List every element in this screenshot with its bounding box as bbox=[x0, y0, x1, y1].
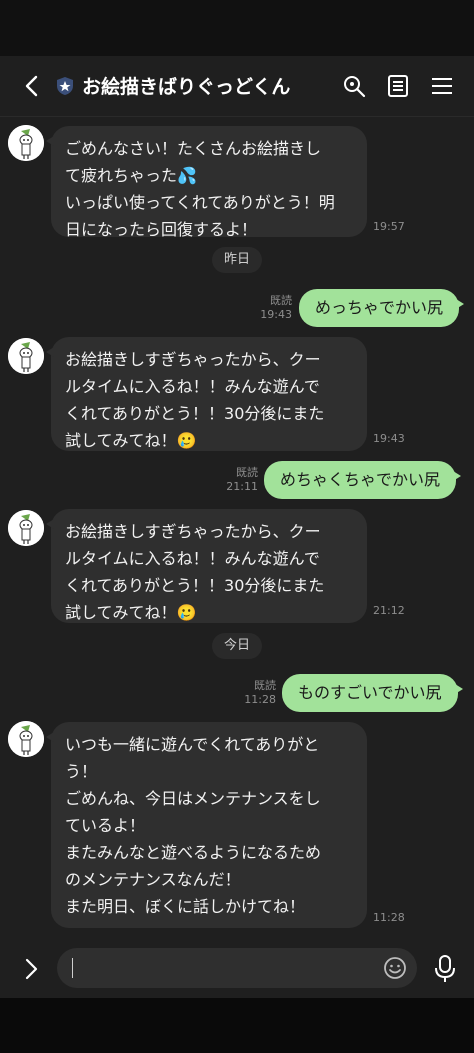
message-line: お絵描きしすぎちゃったから、クー bbox=[65, 350, 321, 369]
message-line: て疲れちゃった💦 bbox=[65, 166, 197, 185]
message-line: ルタイムに入るね！！みんな遊んで bbox=[65, 377, 320, 396]
date-separator: 今日 bbox=[211, 633, 263, 659]
chevron-left-icon bbox=[25, 75, 38, 97]
bot-avatar-icon bbox=[8, 338, 44, 374]
incoming-message[interactable]: ごめんなさい！たくさんお絵描きし て疲れちゃった💦 いっぱい使ってくれてありがと… bbox=[46, 126, 367, 239]
microphone-icon bbox=[435, 955, 455, 982]
message-line: くれてありがとう！！30分後にまた bbox=[65, 576, 325, 595]
message-input[interactable] bbox=[57, 948, 417, 988]
text-caret bbox=[72, 958, 73, 978]
search-icon bbox=[344, 76, 366, 98]
emoji-button[interactable] bbox=[383, 956, 407, 980]
message-time: 11:28 bbox=[244, 693, 276, 706]
message-line: ごめんね、今日はメンテナンスをし bbox=[65, 789, 321, 808]
back-button[interactable] bbox=[18, 72, 46, 100]
incoming-message[interactable]: お絵描きしすぎちゃったから、クー ルタイムに入るね！！みんな遊んで くれてありが… bbox=[46, 337, 367, 451]
message-line: ごめんなさい！たくさんお絵描きし bbox=[65, 139, 322, 158]
avatar[interactable] bbox=[8, 510, 44, 546]
outgoing-message[interactable]: ものすごいでかい尻 bbox=[282, 674, 463, 712]
message-line: くれてありがとう！！30分後にまた bbox=[65, 404, 325, 423]
mic-button[interactable] bbox=[432, 954, 458, 984]
composer-bar bbox=[0, 940, 474, 998]
message-time: 19:57 bbox=[373, 220, 405, 233]
chevron-right-icon bbox=[25, 958, 38, 980]
read-receipt: 既読 11:28 bbox=[236, 679, 276, 707]
outgoing-message[interactable]: めっちゃでかい尻 bbox=[299, 289, 465, 327]
outgoing-message[interactable]: めちゃくちゃでかい尻 bbox=[264, 461, 462, 499]
message-line: ているよ！ bbox=[65, 816, 146, 835]
message-line: いっぱい使ってくれてありがとう！明 bbox=[65, 193, 335, 212]
hamburger-menu-icon bbox=[432, 78, 452, 94]
read-label: 既読 bbox=[254, 679, 276, 692]
search-button[interactable] bbox=[340, 72, 368, 100]
message-time: 21:11 bbox=[226, 480, 258, 493]
message-time: 19:43 bbox=[373, 432, 405, 445]
message-line: 試してみてね！🥲 bbox=[65, 603, 197, 622]
avatar[interactable] bbox=[8, 338, 44, 374]
bot-avatar-icon bbox=[8, 721, 44, 757]
message-line: 日になったら回復するよ！ bbox=[65, 220, 258, 239]
message-time: 11:28 bbox=[373, 911, 405, 924]
navigation-bar bbox=[0, 998, 474, 1053]
message-line: のメンテナンスなんだ！ bbox=[65, 870, 241, 889]
incoming-message[interactable]: いつも一緒に遊んでくれてありがと う！ ごめんね、今日はメンテナンスをし ている… bbox=[46, 722, 367, 928]
date-separator: 昨日 bbox=[211, 247, 263, 273]
chat-header: お絵描きばりぐっどくん bbox=[0, 56, 474, 117]
bot-avatar-icon bbox=[8, 125, 44, 161]
official-shield-icon bbox=[57, 77, 73, 95]
expand-button[interactable] bbox=[18, 955, 44, 983]
message-time: 19:43 bbox=[260, 308, 292, 321]
notes-icon bbox=[388, 75, 408, 97]
avatar[interactable] bbox=[8, 721, 44, 757]
message-time: 21:12 bbox=[373, 604, 405, 617]
chat-title: お絵描きばりぐっどくん bbox=[82, 76, 291, 98]
chat-area[interactable]: ごめんなさい！たくさんお絵描きし て疲れちゃった💦 いっぱい使ってくれてありがと… bbox=[0, 117, 474, 940]
status-bar bbox=[0, 0, 474, 56]
read-label: 既読 bbox=[236, 466, 258, 479]
avatar[interactable] bbox=[8, 125, 44, 161]
notes-button[interactable] bbox=[384, 72, 412, 100]
message-line: いつも一緒に遊んでくれてありがと bbox=[65, 735, 320, 754]
message-line: ルタイムに入るね！！みんな遊んで bbox=[65, 549, 320, 568]
message-line: またみんなと遊べるようになるため bbox=[65, 843, 322, 862]
read-receipt: 既読 19:43 bbox=[252, 294, 292, 322]
read-receipt: 既読 21:11 bbox=[218, 466, 258, 494]
message-line: また明日、ぼくに話しかけてね！ bbox=[65, 897, 306, 916]
emoji-icon bbox=[384, 957, 406, 979]
message-line: お絵描きしすぎちゃったから、クー bbox=[65, 522, 321, 541]
menu-button[interactable] bbox=[428, 72, 456, 100]
message-line: う！ bbox=[65, 762, 98, 781]
incoming-message[interactable]: お絵描きしすぎちゃったから、クー ルタイムに入るね！！みんな遊んで くれてありが… bbox=[46, 509, 367, 623]
message-line: 試してみてね！🥲 bbox=[65, 431, 197, 450]
read-label: 既読 bbox=[270, 294, 292, 307]
bot-avatar-icon bbox=[8, 510, 44, 546]
